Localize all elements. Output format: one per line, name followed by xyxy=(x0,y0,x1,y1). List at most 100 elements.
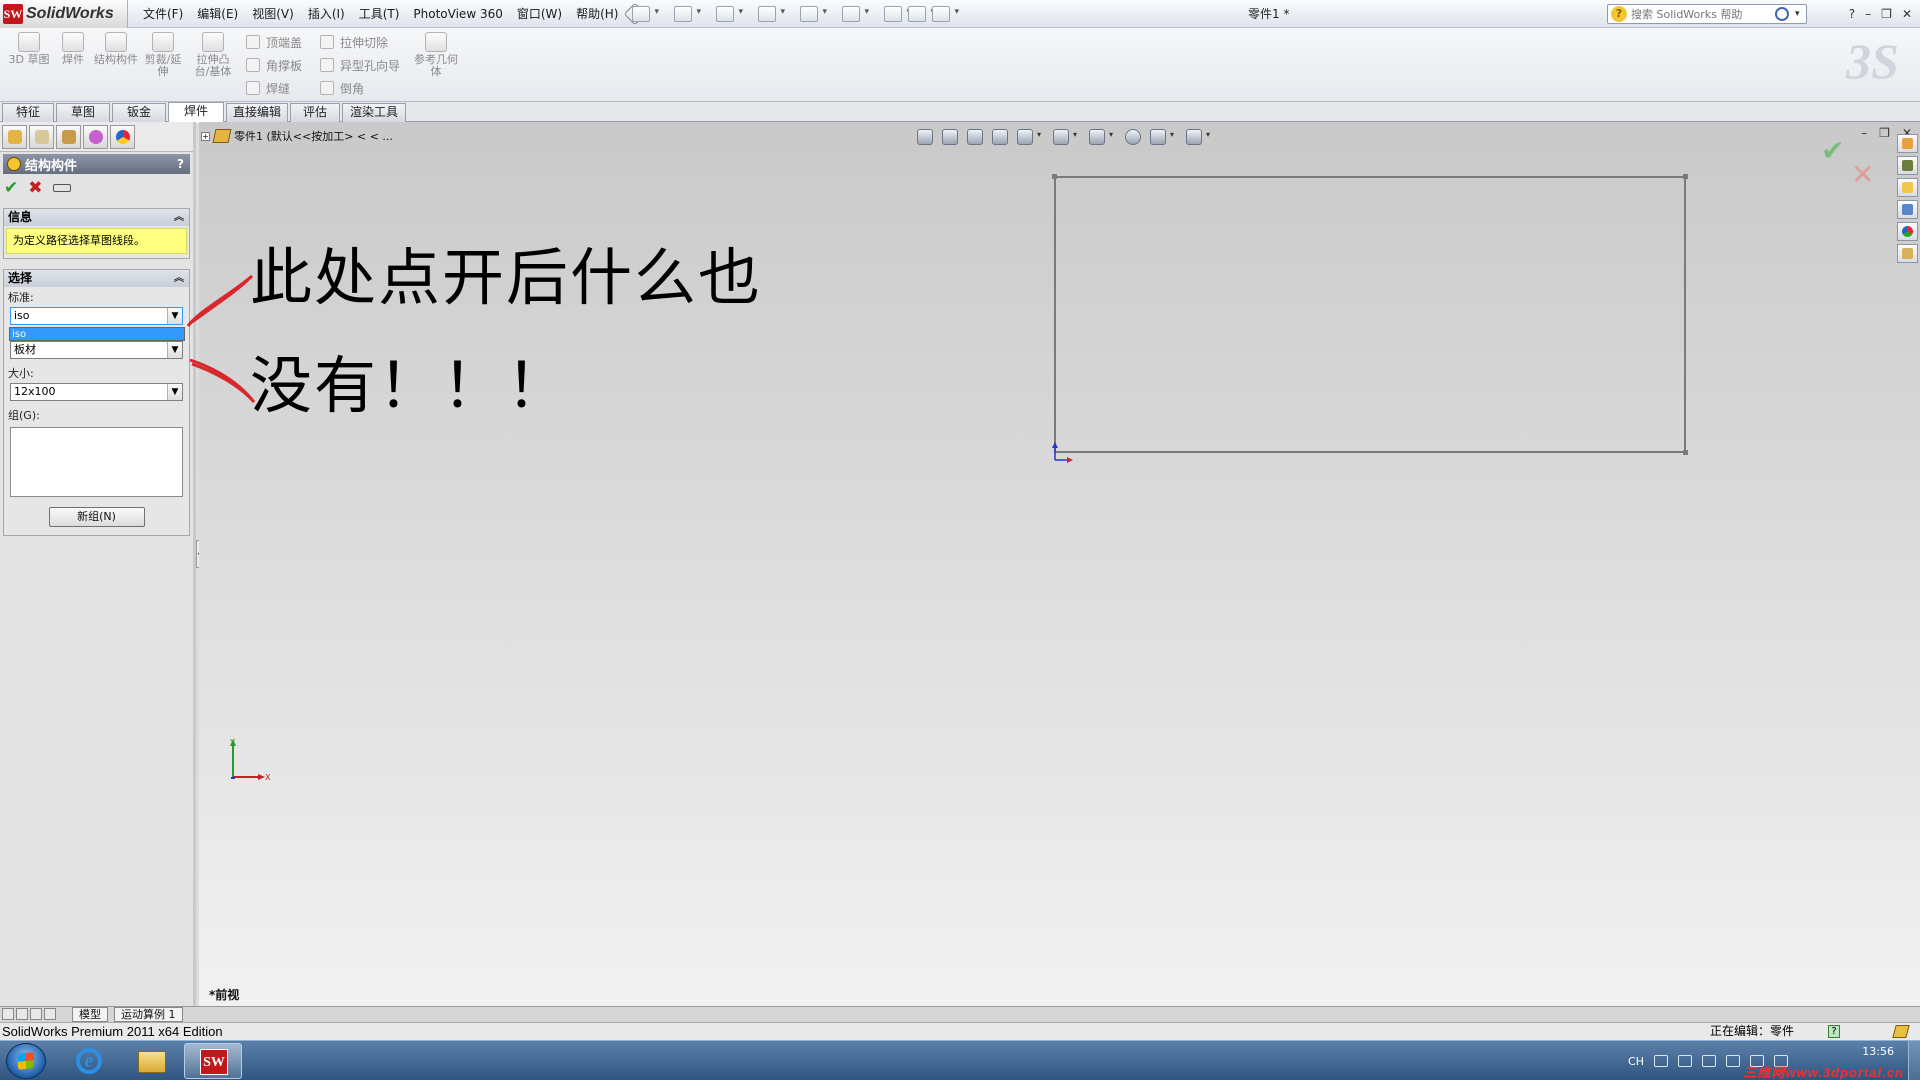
sketch-point[interactable] xyxy=(1683,174,1688,179)
file-explorer-tab[interactable] xyxy=(1897,178,1918,197)
cancel-button[interactable]: ✖ xyxy=(28,178,42,198)
trim-extend-button[interactable]: 剪裁/延伸 xyxy=(140,32,186,78)
chamfer-button[interactable]: 倒角 xyxy=(320,78,364,98)
network-icon[interactable] xyxy=(1678,1055,1692,1067)
zoom-to-fit-icon[interactable] xyxy=(917,129,933,145)
close-button[interactable]: ✕ xyxy=(1902,7,1912,21)
chevron-down-icon[interactable]: ▼ xyxy=(167,342,182,358)
taskbar-internet-explorer[interactable]: e xyxy=(60,1043,118,1079)
feature-manager-tab[interactable] xyxy=(2,124,27,149)
save-icon[interactable] xyxy=(716,6,743,22)
input-language-indicator[interactable]: CH xyxy=(1628,1055,1644,1068)
tab-render-tools[interactable]: 渲染工具 xyxy=(342,103,406,122)
tab-weldments[interactable]: 焊件 xyxy=(168,102,224,123)
dimxpert-manager-tab[interactable] xyxy=(83,124,108,149)
confirmation-corner-cancel-icon[interactable]: ✕ xyxy=(1851,158,1874,191)
tab-model[interactable]: 模型 xyxy=(72,1007,108,1022)
apply-scene-icon[interactable] xyxy=(1150,129,1174,145)
minimize-button[interactable]: – xyxy=(1865,7,1871,21)
display-style-icon[interactable] xyxy=(1053,129,1077,145)
custom-properties-tab[interactable] xyxy=(1897,244,1918,263)
collapse-icon[interactable]: ︽ xyxy=(174,270,184,287)
doc-restore-button[interactable]: ❐ xyxy=(1879,126,1890,140)
solidworks-logo[interactable]: SW SolidWorks xyxy=(0,0,128,28)
taskbar-file-explorer[interactable] xyxy=(122,1043,180,1079)
chevron-down-icon[interactable]: ▼ xyxy=(167,384,182,400)
menu-window[interactable]: 窗口(W) xyxy=(510,0,569,28)
taskbar-clock[interactable]: 13:56 xyxy=(1862,1045,1894,1058)
keyboard-icon[interactable] xyxy=(1654,1055,1668,1067)
extruded-boss-button[interactable]: 拉伸凸台/基体 xyxy=(190,32,236,78)
chevron-down-icon[interactable]: ▼ xyxy=(167,308,182,324)
restore-button[interactable]: ❐ xyxy=(1881,7,1892,21)
rebuild-icon[interactable] xyxy=(884,6,911,22)
help-search-box[interactable]: ? ▾ xyxy=(1607,4,1807,24)
open-document-icon[interactable] xyxy=(674,6,701,22)
select-icon[interactable] xyxy=(842,6,869,22)
first-tab-arrow-icon[interactable] xyxy=(2,1008,14,1020)
section-view-icon[interactable] xyxy=(992,129,1008,145)
help-button[interactable]: ? xyxy=(177,157,184,171)
zoom-to-area-icon[interactable] xyxy=(942,129,958,145)
file-properties-icon[interactable] xyxy=(908,6,935,22)
menu-tools[interactable]: 工具(T) xyxy=(352,0,407,28)
selection-group-header[interactable]: 选择 ︽ xyxy=(4,270,189,287)
weldment-button[interactable]: 焊件 xyxy=(50,32,96,66)
help-menu-button[interactable]: ? xyxy=(1849,7,1855,21)
edit-appearance-icon[interactable] xyxy=(1125,129,1141,145)
last-tab-arrow-icon[interactable] xyxy=(44,1008,56,1020)
tab-motion-study-1[interactable]: 运动算例 1 xyxy=(114,1007,183,1022)
design-library-tab[interactable] xyxy=(1897,156,1918,175)
print-icon[interactable] xyxy=(758,6,785,22)
search-icon[interactable] xyxy=(1775,7,1789,21)
view-settings-icon[interactable] xyxy=(1186,129,1210,145)
menu-edit[interactable]: 编辑(E) xyxy=(190,0,245,28)
sketch-point[interactable] xyxy=(1683,450,1688,455)
previous-view-icon[interactable] xyxy=(967,129,983,145)
hide-show-items-icon[interactable] xyxy=(1089,129,1113,145)
view-palette-tab[interactable] xyxy=(1897,200,1918,219)
undo-icon[interactable] xyxy=(800,6,827,22)
new-group-button[interactable]: 新组(N) xyxy=(48,507,145,527)
next-tab-arrow-icon[interactable] xyxy=(30,1008,42,1020)
property-manager-tab[interactable] xyxy=(29,124,54,149)
gusset-button[interactable]: 角撑板 xyxy=(246,55,302,75)
display-manager-tab[interactable] xyxy=(110,124,135,149)
reference-geometry-button[interactable]: 参考几何体 xyxy=(414,32,458,78)
end-cap-button[interactable]: 顶端盖 xyxy=(246,32,302,52)
volume-icon[interactable] xyxy=(1702,1055,1716,1067)
help-search-input[interactable] xyxy=(1631,7,1771,21)
appearances-tab[interactable] xyxy=(1897,222,1918,241)
structural-member-button[interactable]: 结构构件 xyxy=(94,32,138,66)
flag-icon[interactable] xyxy=(1726,1055,1740,1067)
status-help-icon[interactable]: ? xyxy=(1828,1025,1840,1038)
windows-start-button[interactable] xyxy=(6,1043,46,1079)
menu-photoview[interactable]: PhotoView 360 xyxy=(406,0,509,28)
sketch-rectangle[interactable] xyxy=(1052,174,1688,455)
flyout-feature-tree[interactable]: + 零件1 (默认<<按加工> < < ... xyxy=(199,128,393,144)
standard-select[interactable]: iso ▼ xyxy=(10,307,183,325)
extruded-cut-button[interactable]: 拉伸切除 xyxy=(320,32,388,52)
pushpin-icon[interactable] xyxy=(52,184,71,192)
menu-file[interactable]: 文件(F) xyxy=(136,0,190,28)
type-select[interactable]: 板材 ▼ xyxy=(10,341,183,359)
hole-wizard-button[interactable]: 异型孔向导 xyxy=(320,55,400,75)
show-desktop-button[interactable] xyxy=(1908,1041,1920,1080)
chevron-down-icon[interactable]: ▾ xyxy=(1795,9,1800,19)
solidworks-resources-tab[interactable] xyxy=(1897,134,1918,153)
sketch-point[interactable] xyxy=(1052,174,1057,179)
doc-minimize-button[interactable]: – xyxy=(1861,126,1867,140)
info-group-header[interactable]: 信息 ︽ xyxy=(4,209,189,226)
new-document-icon[interactable] xyxy=(632,6,659,22)
taskbar-solidworks[interactable]: SW xyxy=(184,1043,242,1079)
tab-sketch[interactable]: 草图 xyxy=(56,103,110,122)
ok-button[interactable]: ✔ xyxy=(4,178,18,198)
menu-insert[interactable]: 插入(I) xyxy=(301,0,352,28)
tab-features[interactable]: 特征 xyxy=(2,103,54,122)
tab-evaluate[interactable]: 评估 xyxy=(290,103,340,122)
configuration-manager-tab[interactable] xyxy=(56,124,81,149)
weld-bead-button[interactable]: 焊缝 xyxy=(246,78,290,98)
prev-tab-arrow-icon[interactable] xyxy=(16,1008,28,1020)
3d-sketch-button[interactable]: 3D 草图 xyxy=(6,32,52,66)
tab-direct-editing[interactable]: 直接编辑 xyxy=(226,103,288,122)
